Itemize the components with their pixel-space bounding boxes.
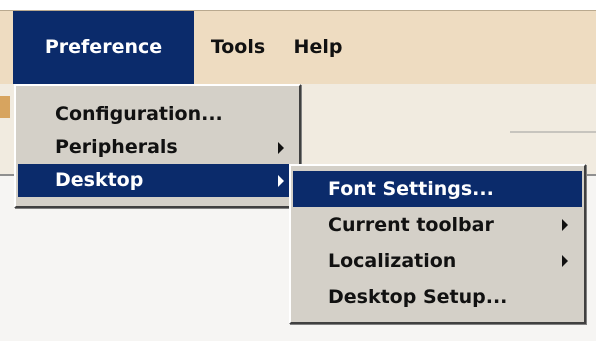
chevron-right-icon [278, 141, 284, 154]
menu-item-desktop[interactable]: Desktop [18, 164, 297, 197]
menu-item-configuration[interactable]: Configuration... [16, 98, 299, 131]
menu-item-label: Font Settings... [328, 178, 494, 200]
chevron-right-icon [562, 255, 568, 267]
menu-tools[interactable]: Tools [200, 11, 276, 84]
menu-item-desktop-setup[interactable]: Desktop Setup... [291, 279, 584, 315]
menu-item-peripherals[interactable]: Peripherals [16, 131, 299, 164]
menu-item-label: Localization [328, 250, 457, 272]
menu-item-current-toolbar[interactable]: Current toolbar [291, 207, 584, 243]
menu-item-label: Current toolbar [328, 214, 494, 236]
chevron-right-icon [562, 219, 568, 231]
menu-item-label: Desktop Setup... [328, 286, 508, 308]
menu-bar: Preference Tools Help [0, 10, 596, 85]
menu-item-localization[interactable]: Localization [291, 243, 584, 279]
menu-preference[interactable]: Preference [13, 11, 194, 84]
menu-help[interactable]: Help [283, 11, 353, 84]
menu-item-label: Configuration... [55, 103, 223, 125]
preference-dropdown: Configuration... Peripherals Desktop [14, 84, 301, 208]
toolbar-divider [510, 131, 596, 133]
chevron-right-icon [278, 174, 284, 187]
menu-item-label: Desktop [55, 169, 144, 191]
menu-item-font-settings[interactable]: Font Settings... [293, 171, 582, 207]
desktop-submenu: Font Settings... Current toolbar Localiz… [289, 164, 586, 324]
window-top-edge [0, 0, 596, 10]
menu-item-label: Peripherals [55, 136, 178, 158]
toolbar-accent [0, 96, 10, 118]
